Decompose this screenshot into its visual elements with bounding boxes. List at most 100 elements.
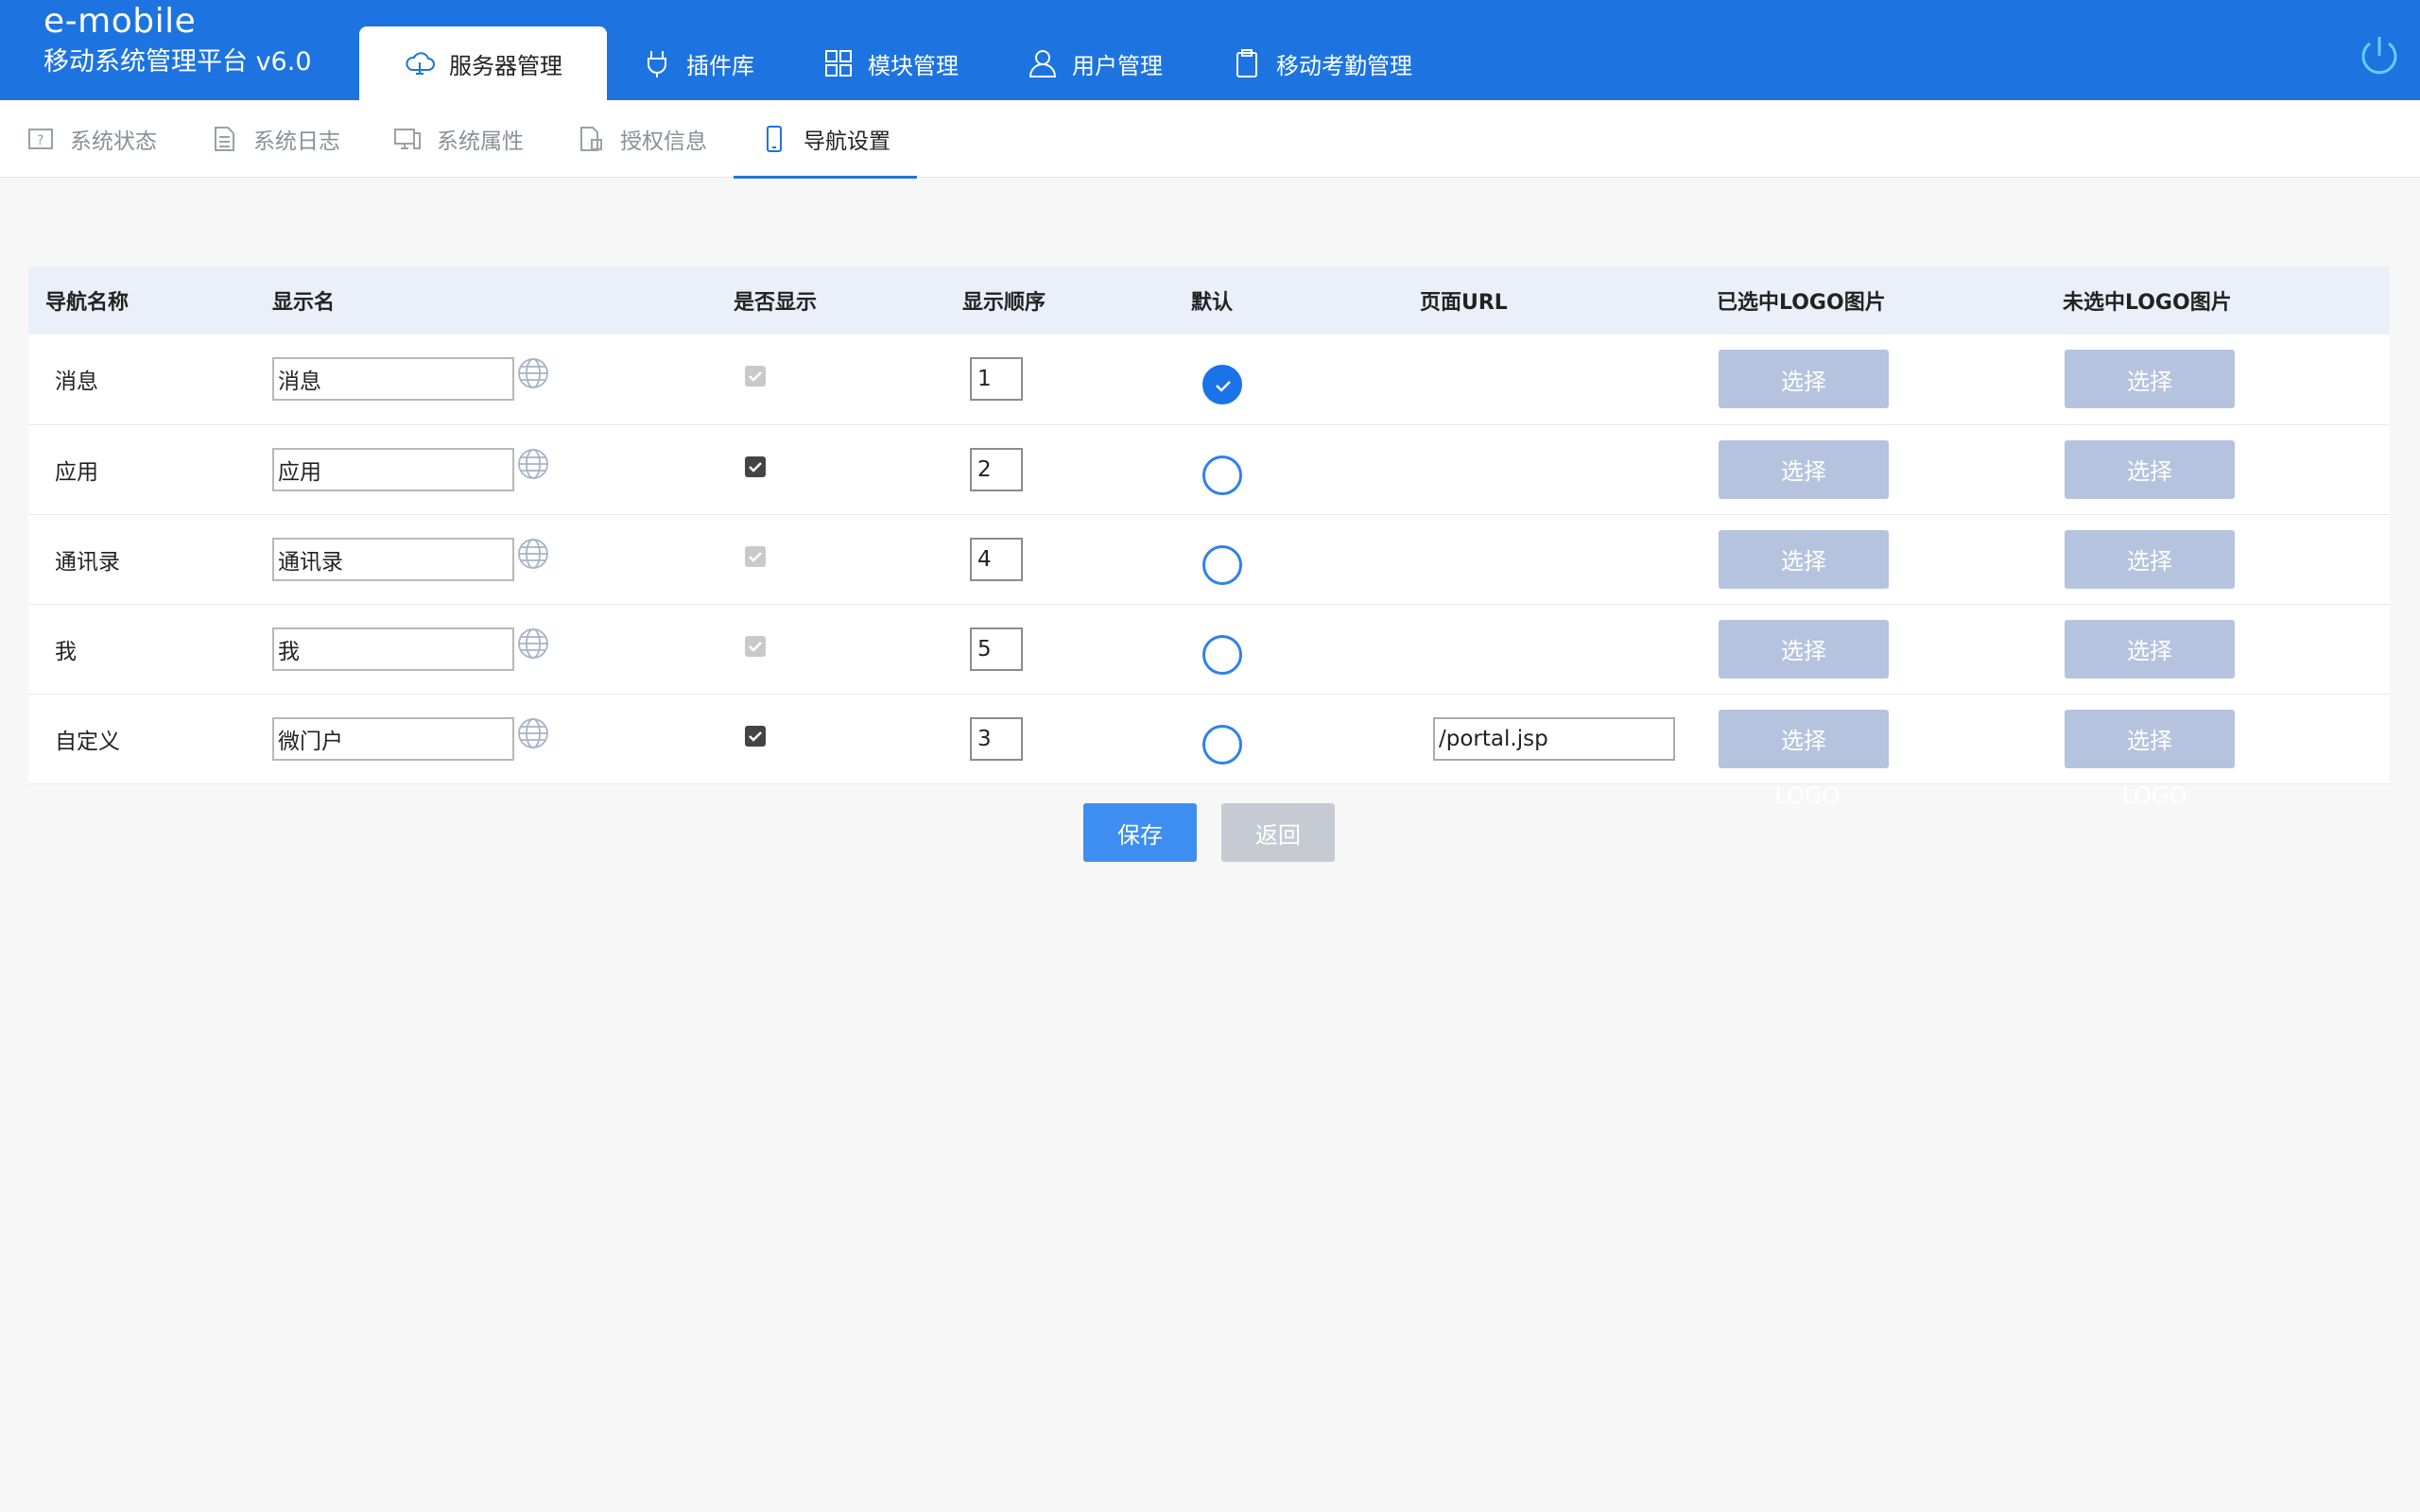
tab-attendance-management[interactable]: 移动考勤管理 — [1197, 26, 1446, 100]
col-header: 显示顺序 — [962, 291, 1046, 315]
tab-label: 用户管理 — [1072, 52, 1163, 79]
tab-label: 模块管理 — [868, 52, 959, 79]
user-icon — [1027, 47, 1059, 79]
sub-navigation: ? 系统状态 系统日志 系统属性 授权信息 导航设置 — [0, 100, 2420, 179]
logo-placeholder-label: LOGO — [1774, 782, 1841, 809]
monitor-icon — [393, 125, 422, 153]
globe-icon[interactable] — [516, 537, 550, 571]
default-radio[interactable] — [1202, 724, 1242, 765]
form-actions: 保存 返回 — [1083, 803, 1335, 862]
select-logo-button[interactable]: 选择 — [1719, 439, 1889, 499]
table-header-row: 导航名称 显示名 是否显示 显示顺序 默认 页面URL 已选中LOGO图片 未选… — [28, 266, 2390, 335]
order-input[interactable] — [970, 357, 1023, 402]
col-header: 是否显示 — [734, 291, 818, 315]
table-row: 应用 选择 选择 — [28, 424, 2390, 514]
col-header: 显示名 — [272, 291, 336, 315]
col-header: 页面URL — [1420, 291, 1508, 315]
col-header: 未选中LOGO图片 — [2063, 291, 2232, 315]
select-unselected-logo-button[interactable]: 选择 — [2065, 439, 2235, 499]
nav-name: 消息 — [55, 369, 98, 395]
display-name-input[interactable] — [272, 447, 514, 491]
default-radio[interactable] — [1202, 544, 1242, 585]
page-url-input[interactable] — [1433, 716, 1675, 761]
subtab-label: 系统属性 — [437, 129, 524, 154]
save-button[interactable]: 保存 — [1083, 803, 1197, 862]
col-header: 已选中LOGO图片 — [1717, 291, 1886, 315]
nav-name: 自定义 — [55, 729, 120, 754]
url-cell — [1403, 514, 1700, 604]
brand: e-mobile 移动系统管理平台 v6.0 — [43, 0, 312, 81]
subtab-license-info[interactable]: 授权信息 — [550, 100, 734, 178]
globe-icon[interactable] — [516, 716, 550, 750]
log-icon — [210, 125, 238, 153]
license-icon — [577, 125, 605, 153]
status-icon: ? — [26, 125, 55, 153]
cloud-icon — [404, 47, 436, 79]
table-row: 自定义 选择 选择 — [28, 694, 2390, 783]
nav-name: 我 — [55, 639, 77, 664]
nav-name: 通讯录 — [55, 549, 120, 575]
url-cell — [1403, 335, 1700, 424]
subtab-label: 系统状态 — [70, 129, 157, 154]
top-header: e-mobile 移动系统管理平台 v6.0 服务器管理 插件库 模块管理 用户… — [0, 0, 2420, 100]
display-name-input[interactable] — [272, 716, 514, 761]
power-icon[interactable] — [2356, 32, 2403, 79]
display-name-input[interactable] — [272, 357, 514, 402]
subtab-label: 导航设置 — [804, 129, 890, 154]
select-logo-button[interactable]: 选择 — [1719, 350, 1889, 409]
select-unselected-logo-button[interactable]: 选择 — [2065, 350, 2235, 409]
subtab-system-log[interactable]: 系统日志 — [183, 100, 367, 178]
logo-placeholder-label: LOGO — [2121, 782, 2187, 809]
default-radio[interactable] — [1202, 365, 1242, 405]
url-cell — [1403, 604, 1700, 694]
subtab-system-properties[interactable]: 系统属性 — [367, 100, 550, 178]
tab-plugin-library[interactable]: 插件库 — [607, 26, 788, 100]
table-row: 我 选择 选择 — [28, 604, 2390, 694]
clipboard-icon — [1231, 47, 1263, 79]
app-name: e-mobile — [43, 2, 197, 41]
select-unselected-logo-button[interactable]: 选择 — [2065, 709, 2235, 768]
subtab-system-status[interactable]: ? 系统状态 — [0, 100, 183, 178]
tab-label: 服务器管理 — [449, 52, 562, 79]
select-unselected-logo-button[interactable]: 选择 — [2065, 619, 2235, 679]
show-checkbox[interactable] — [745, 455, 766, 477]
app-subtitle: 移动系统管理平台 v6.0 — [43, 47, 312, 77]
tab-user-management[interactable]: 用户管理 — [993, 26, 1197, 100]
order-input[interactable] — [970, 627, 1023, 671]
globe-icon[interactable] — [516, 447, 550, 481]
tab-label: 移动考勤管理 — [1276, 52, 1412, 79]
table-row: 消息 选择 选择 — [28, 335, 2390, 424]
display-name-input[interactable] — [272, 537, 514, 581]
default-radio[interactable] — [1202, 634, 1242, 675]
table-row: 通讯录 选择 选择 — [28, 514, 2390, 604]
show-checkbox[interactable] — [745, 545, 766, 567]
select-logo-button[interactable]: 选择 — [1719, 529, 1889, 589]
show-checkbox[interactable] — [745, 725, 766, 747]
url-cell — [1403, 424, 1700, 514]
subtab-label: 系统日志 — [253, 129, 340, 154]
col-header: 导航名称 — [45, 291, 130, 315]
order-input[interactable] — [970, 447, 1023, 491]
select-unselected-logo-button[interactable]: 选择 — [2065, 529, 2235, 589]
select-logo-button[interactable]: 选择 — [1719, 709, 1889, 768]
globe-icon[interactable] — [516, 627, 550, 661]
nav-name: 应用 — [55, 459, 98, 485]
default-radio[interactable] — [1202, 455, 1242, 495]
show-checkbox[interactable] — [745, 635, 766, 657]
tab-server-management[interactable]: 服务器管理 — [359, 26, 607, 100]
modules-icon — [822, 47, 855, 79]
back-button[interactable]: 返回 — [1221, 803, 1335, 862]
tab-module-management[interactable]: 模块管理 — [788, 26, 993, 100]
plug-icon — [641, 47, 673, 79]
subtab-navigation-settings[interactable]: 导航设置 — [734, 100, 917, 179]
order-input[interactable] — [970, 537, 1023, 581]
col-header: 默认 — [1191, 291, 1234, 315]
main-tabs: 服务器管理 插件库 模块管理 用户管理 移动考勤管理 — [359, 26, 1446, 100]
tab-label: 插件库 — [686, 52, 754, 79]
globe-icon[interactable] — [516, 356, 550, 390]
order-input[interactable] — [970, 716, 1023, 761]
select-logo-button[interactable]: 选择 — [1719, 619, 1889, 679]
show-checkbox[interactable] — [745, 366, 766, 387]
display-name-input[interactable] — [272, 627, 514, 671]
phone-icon — [760, 125, 788, 153]
